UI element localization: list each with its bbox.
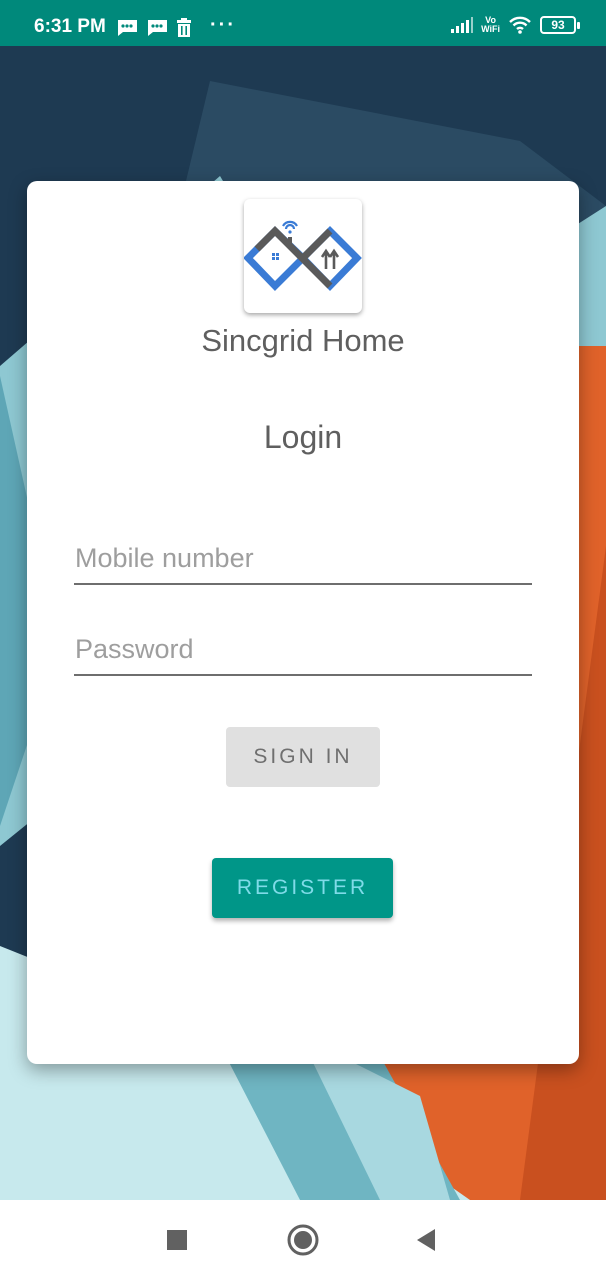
status-system-icons: Vo WiFi 93 bbox=[451, 16, 580, 34]
notification-icons: ··· bbox=[116, 13, 236, 37]
app-logo bbox=[243, 199, 362, 313]
wifi-icon bbox=[509, 16, 531, 34]
register-button[interactable]: REGISTER bbox=[212, 858, 393, 918]
sincgrid-logo-icon bbox=[243, 220, 362, 292]
password-input[interactable] bbox=[74, 630, 532, 676]
login-card: Sincgrid Home Login SIGN IN REGISTER bbox=[27, 181, 579, 1064]
app-name: Sincgrid Home bbox=[201, 323, 405, 358]
back-triangle-icon bbox=[417, 1229, 435, 1251]
status-time: 6:31 PM bbox=[34, 16, 106, 37]
message-icon bbox=[147, 19, 167, 36]
login-title: Login bbox=[263, 419, 343, 455]
navigation-bar bbox=[0, 1200, 606, 1280]
signal-icon bbox=[451, 17, 474, 33]
home-circle-icon bbox=[287, 1224, 319, 1256]
battery-icon: 93 bbox=[540, 16, 580, 34]
vowifi-indicator: Vo WiFi bbox=[481, 16, 500, 34]
recents-button[interactable] bbox=[137, 1200, 217, 1280]
status-bar: 6:31 PM ··· Vo WiFi 93 bbox=[0, 0, 606, 46]
sign-in-button[interactable]: SIGN IN bbox=[226, 727, 380, 787]
recents-square-icon bbox=[167, 1230, 187, 1250]
message-icon bbox=[117, 19, 137, 36]
home-button[interactable] bbox=[263, 1200, 343, 1280]
back-button[interactable] bbox=[386, 1200, 466, 1280]
mobile-number-input[interactable] bbox=[74, 539, 532, 585]
trash-icon bbox=[177, 18, 191, 37]
vowifi-label-bottom: WiFi bbox=[481, 24, 500, 34]
more-notifications: ··· bbox=[210, 13, 236, 36]
